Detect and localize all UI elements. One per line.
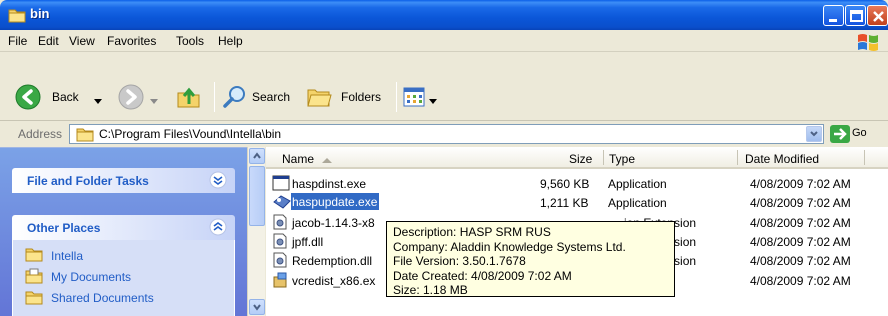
maximize-button[interactable] (845, 5, 866, 26)
task-pane: File and Folder Tasks Other Places Intel… (0, 147, 247, 316)
menu-bar: File Edit View Favorites Tools Help (0, 30, 888, 52)
file-name: vcredist_x86.ex (292, 274, 376, 288)
scroll-thumb[interactable] (249, 166, 265, 226)
dll-file-icon (272, 252, 288, 271)
file-size: 1,211 KB (540, 196, 589, 210)
menu-file[interactable]: File (8, 34, 27, 48)
minimize-button[interactable] (823, 5, 844, 26)
shared-folder-icon (25, 289, 43, 308)
expand-chevron-icon[interactable] (209, 171, 227, 192)
file-name: haspupdate.exe (291, 193, 380, 210)
go-arrow-icon[interactable] (830, 125, 850, 146)
search-button[interactable]: Search (252, 90, 290, 104)
other-places-panel: Other Places Intella My Documents Shared… (12, 215, 235, 316)
scroll-up-button[interactable] (249, 148, 265, 164)
address-label: Address (18, 127, 63, 141)
column-header-row: Name Size Type Date Modified (266, 147, 888, 169)
menu-help[interactable]: Help (218, 34, 243, 48)
my-documents-icon (25, 268, 43, 287)
other-places-list: Intella My Documents Shared Documents (12, 240, 235, 316)
column-divider[interactable] (603, 150, 604, 165)
column-divider[interactable] (737, 150, 738, 165)
column-type[interactable]: Type (609, 152, 635, 166)
panel-title: File and Folder Tasks (27, 174, 149, 188)
forward-arrow-icon[interactable] (118, 84, 144, 113)
column-date-modified[interactable]: Date Modified (745, 152, 819, 166)
column-size[interactable]: Size (569, 152, 592, 166)
file-date: 4/08/2009 7:02 AM (750, 196, 851, 210)
file-date: 4/08/2009 7:02 AM (750, 216, 851, 230)
dll-file-icon (272, 214, 288, 233)
address-input[interactable]: C:\Program Files\Vound\Intella\bin (69, 124, 824, 144)
tooltip-version: File Version: 3.50.1.7678 (393, 254, 526, 269)
back-arrow-icon[interactable] (15, 84, 41, 113)
close-button[interactable] (867, 5, 888, 26)
folders-icon[interactable] (306, 84, 334, 113)
address-dropdown-button[interactable] (806, 126, 822, 142)
scroll-down-button[interactable] (249, 299, 265, 315)
setup-package-icon (272, 272, 290, 291)
folders-button[interactable]: Folders (341, 90, 381, 104)
menu-favorites[interactable]: Favorites (107, 34, 156, 48)
file-row-selected[interactable]: haspupdate.exe 1,211 KB Application 4/08… (266, 193, 888, 212)
place-shared-documents[interactable]: Shared Documents (25, 288, 234, 309)
forward-dropdown-icon[interactable] (150, 94, 158, 108)
views-icon[interactable] (403, 87, 425, 110)
panel-title: Other Places (27, 221, 101, 235)
search-icon[interactable] (222, 84, 248, 113)
title-bar[interactable]: bin (0, 0, 888, 30)
place-label[interactable]: Shared Documents (51, 291, 154, 305)
toolbar-separator (396, 82, 397, 112)
collapse-chevron-icon[interactable] (209, 218, 227, 239)
file-date: 4/08/2009 7:02 AM (750, 254, 851, 268)
file-folder-tasks-panel: File and Folder Tasks (12, 168, 235, 193)
file-info-tooltip: Description: HASP SRM RUS Company: Aladd… (386, 221, 675, 297)
place-intella[interactable]: Intella (25, 246, 234, 267)
installer-icon (272, 194, 292, 213)
menu-edit[interactable]: Edit (38, 34, 59, 48)
tooltip-size: Size: 1.18 MB (393, 283, 468, 298)
folder-icon (25, 247, 43, 265)
file-name: jpff.dll (292, 235, 324, 249)
file-date: 4/08/2009 7:02 AM (750, 235, 851, 249)
file-date: 4/08/2009 7:02 AM (750, 177, 851, 191)
place-label[interactable]: Intella (51, 249, 83, 263)
menu-view[interactable]: View (69, 34, 95, 48)
task-pane-scrollbar[interactable] (247, 147, 265, 316)
file-row[interactable]: haspdinst.exe 9,560 KB Application 4/08/… (266, 174, 888, 193)
tooltip-description: Description: HASP SRM RUS (393, 225, 551, 239)
file-folder-tasks-header[interactable]: File and Folder Tasks (12, 168, 235, 193)
file-type: Application (608, 177, 667, 191)
back-button[interactable]: Back (52, 90, 79, 104)
toolbar-separator (214, 82, 215, 112)
window-title: bin (30, 6, 50, 21)
sort-ascending-icon (322, 153, 332, 167)
file-name: haspdinst.exe (292, 177, 367, 191)
address-value: C:\Program Files\Vound\Intella\bin (99, 127, 282, 141)
place-my-documents[interactable]: My Documents (25, 267, 234, 288)
place-label[interactable]: My Documents (51, 270, 131, 284)
up-folder-icon[interactable] (176, 84, 202, 113)
file-name: Redemption.dll (292, 254, 373, 268)
dll-file-icon (272, 233, 288, 252)
windows-logo-icon (856, 32, 880, 55)
folder-icon (76, 127, 94, 145)
file-name: jacob-1.14.3-x8 (292, 216, 375, 230)
file-size: 9,560 KB (540, 177, 590, 191)
address-bar: Address C:\Program Files\Vound\Intella\b… (0, 122, 888, 146)
file-type: Application (608, 196, 667, 210)
views-dropdown-icon[interactable] (429, 94, 437, 108)
tooltip-created: Date Created: 4/08/2009 7:02 AM (393, 268, 572, 283)
other-places-header[interactable]: Other Places (12, 215, 235, 240)
exe-window-icon (272, 175, 290, 194)
tooltip-company: Company: Aladdin Knowledge Systems Ltd. (393, 239, 626, 254)
column-name[interactable]: Name (282, 152, 314, 166)
folder-icon (8, 7, 26, 26)
file-date: 4/08/2009 7:02 AM (750, 274, 851, 288)
column-divider[interactable] (864, 150, 865, 165)
menu-tools[interactable]: Tools (176, 34, 204, 48)
back-dropdown-icon[interactable] (94, 94, 102, 108)
go-button[interactable]: Go (852, 127, 867, 139)
